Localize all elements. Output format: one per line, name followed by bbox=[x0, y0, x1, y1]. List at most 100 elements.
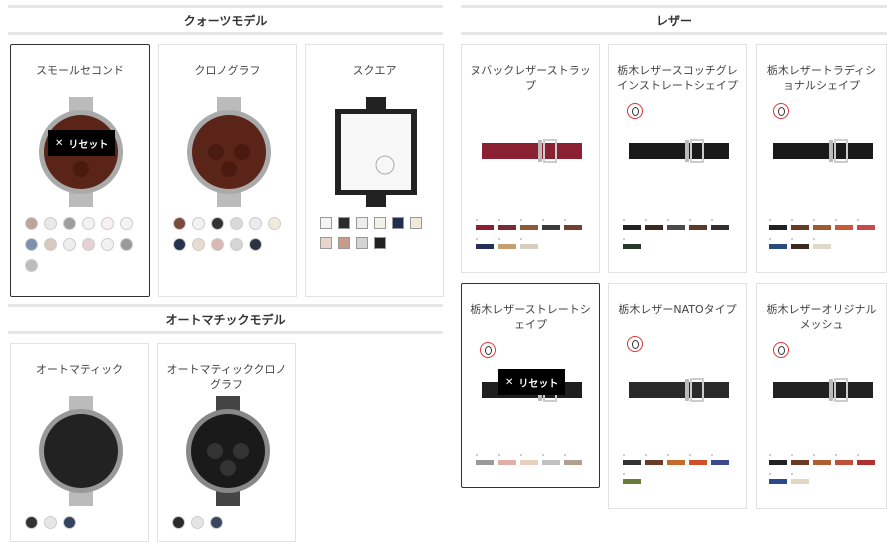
strap-color-option[interactable] bbox=[564, 454, 582, 465]
color-swatch[interactable] bbox=[44, 217, 57, 230]
color-swatch[interactable] bbox=[192, 238, 205, 251]
strap-color-option[interactable] bbox=[476, 219, 494, 230]
strap-color-option[interactable] bbox=[857, 454, 875, 465]
color-swatch[interactable] bbox=[82, 238, 95, 251]
color-swatch[interactable] bbox=[101, 238, 114, 251]
color-swatch[interactable] bbox=[25, 217, 38, 230]
color-swatch[interactable] bbox=[338, 237, 350, 249]
strap-color-option[interactable] bbox=[520, 454, 538, 465]
color-swatch[interactable] bbox=[230, 238, 243, 251]
strap-card-nubuck[interactable]: ヌバックレザーストラップ bbox=[461, 44, 600, 273]
color-swatch[interactable] bbox=[230, 217, 243, 230]
strap-color-option[interactable] bbox=[520, 219, 538, 230]
strap-color-option[interactable] bbox=[711, 219, 729, 230]
color-bars bbox=[476, 219, 596, 263]
strap-color-option[interactable] bbox=[769, 454, 787, 465]
watch-card-square[interactable]: スクエア bbox=[305, 44, 444, 297]
color-swatch[interactable] bbox=[410, 217, 422, 229]
color-swatch[interactable] bbox=[25, 259, 38, 272]
color-swatch[interactable] bbox=[173, 217, 186, 230]
watch-card-small-second[interactable]: スモールセコンド ✕ リセット bbox=[10, 44, 150, 297]
strap-color-option[interactable] bbox=[498, 219, 516, 230]
strap-color-option[interactable] bbox=[623, 238, 641, 249]
strap-card-traditional[interactable]: 栃木レザートラディショナルシェイプ bbox=[756, 44, 887, 273]
strap-color-option[interactable] bbox=[835, 454, 853, 465]
color-swatch[interactable] bbox=[120, 217, 133, 230]
color-swatch[interactable] bbox=[44, 238, 57, 251]
watch-card-automatic-chronograph[interactable]: オートマティッククロノグラフ bbox=[157, 343, 296, 542]
watch-card-chronograph[interactable]: クロノグラフ bbox=[158, 44, 297, 297]
color-swatch[interactable] bbox=[25, 238, 38, 251]
color-swatch[interactable] bbox=[320, 217, 332, 229]
strap-color-option[interactable] bbox=[711, 454, 729, 465]
color-swatch[interactable] bbox=[374, 237, 386, 249]
strap-color-option[interactable] bbox=[645, 454, 663, 465]
strap-color-option[interactable] bbox=[667, 219, 685, 230]
color-swatch[interactable] bbox=[172, 516, 185, 529]
color-swatch[interactable] bbox=[249, 238, 262, 251]
strap-color-option[interactable] bbox=[564, 219, 582, 230]
color-swatch[interactable] bbox=[25, 516, 38, 529]
watch-image bbox=[335, 97, 417, 207]
strap-color-option[interactable] bbox=[813, 238, 831, 249]
strap-color-option[interactable] bbox=[498, 454, 516, 465]
color-swatch[interactable] bbox=[82, 217, 95, 230]
color-swatch[interactable] bbox=[249, 217, 262, 230]
strap-color-option[interactable] bbox=[623, 219, 641, 230]
strap-color-option[interactable] bbox=[791, 473, 809, 484]
card-title: 栃木レザーNATOタイプ bbox=[618, 303, 737, 316]
strap-color-option[interactable] bbox=[857, 219, 875, 230]
color-swatch[interactable] bbox=[338, 217, 350, 229]
strap-color-option[interactable] bbox=[667, 454, 685, 465]
strap-card-mesh[interactable]: 栃木レザーオリジナルメッシュ bbox=[756, 283, 887, 509]
strap-color-option[interactable] bbox=[623, 473, 641, 484]
close-icon: ✕ bbox=[505, 376, 514, 388]
strap-color-option[interactable] bbox=[769, 219, 787, 230]
strap-color-option[interactable] bbox=[791, 219, 809, 230]
strap-color-option[interactable] bbox=[542, 454, 560, 465]
color-swatch[interactable] bbox=[356, 237, 368, 249]
color-swatch[interactable] bbox=[356, 217, 368, 229]
strap-color-option[interactable] bbox=[476, 454, 494, 465]
reset-label: リセット bbox=[518, 378, 559, 390]
strap-card-scotch-grain[interactable]: 栃木レザースコッチグレインストレートシェイプ bbox=[608, 44, 747, 273]
strap-color-option[interactable] bbox=[689, 454, 707, 465]
strap-color-option[interactable] bbox=[498, 238, 516, 249]
color-swatch[interactable] bbox=[392, 217, 404, 229]
strap-color-option[interactable] bbox=[791, 454, 809, 465]
color-swatch[interactable] bbox=[320, 237, 332, 249]
color-swatch[interactable] bbox=[63, 516, 76, 529]
color-swatch[interactable] bbox=[63, 238, 76, 251]
color-swatch[interactable] bbox=[374, 217, 386, 229]
color-swatch[interactable] bbox=[191, 516, 204, 529]
strap-color-option[interactable] bbox=[689, 219, 707, 230]
strap-color-option[interactable] bbox=[769, 238, 787, 249]
reset-button[interactable]: ✕ リセット bbox=[498, 369, 566, 395]
strap-color-option[interactable] bbox=[542, 219, 560, 230]
color-swatch[interactable] bbox=[192, 217, 205, 230]
strap-color-option[interactable] bbox=[769, 473, 787, 484]
strap-card-straight[interactable]: 栃木レザーストレートシェイプ ✕ リセット bbox=[461, 283, 600, 488]
strap-color-option[interactable] bbox=[813, 219, 831, 230]
strap-card-nato[interactable]: 栃木レザーNATOタイプ bbox=[608, 283, 747, 509]
strap-color-option[interactable] bbox=[623, 454, 641, 465]
tochigi-badge-icon bbox=[773, 103, 789, 119]
color-swatch[interactable] bbox=[211, 217, 224, 230]
color-swatch[interactable] bbox=[211, 238, 224, 251]
color-swatch[interactable] bbox=[120, 238, 133, 251]
strap-color-option[interactable] bbox=[835, 219, 853, 230]
reset-button[interactable]: ✕ リセット bbox=[48, 130, 116, 156]
watch-card-automatic[interactable]: オートマティック bbox=[10, 343, 149, 542]
color-swatch[interactable] bbox=[101, 217, 114, 230]
color-swatch[interactable] bbox=[268, 217, 281, 230]
strap-color-option[interactable] bbox=[520, 238, 538, 249]
color-swatch[interactable] bbox=[63, 217, 76, 230]
strap-color-option[interactable] bbox=[476, 238, 494, 249]
color-swatch[interactable] bbox=[44, 516, 57, 529]
color-swatch[interactable] bbox=[210, 516, 223, 529]
strap-color-option[interactable] bbox=[791, 238, 809, 249]
strap-color-option[interactable] bbox=[645, 219, 663, 230]
strap-color-option[interactable] bbox=[813, 454, 831, 465]
color-bars bbox=[769, 219, 886, 263]
color-swatch[interactable] bbox=[173, 238, 186, 251]
